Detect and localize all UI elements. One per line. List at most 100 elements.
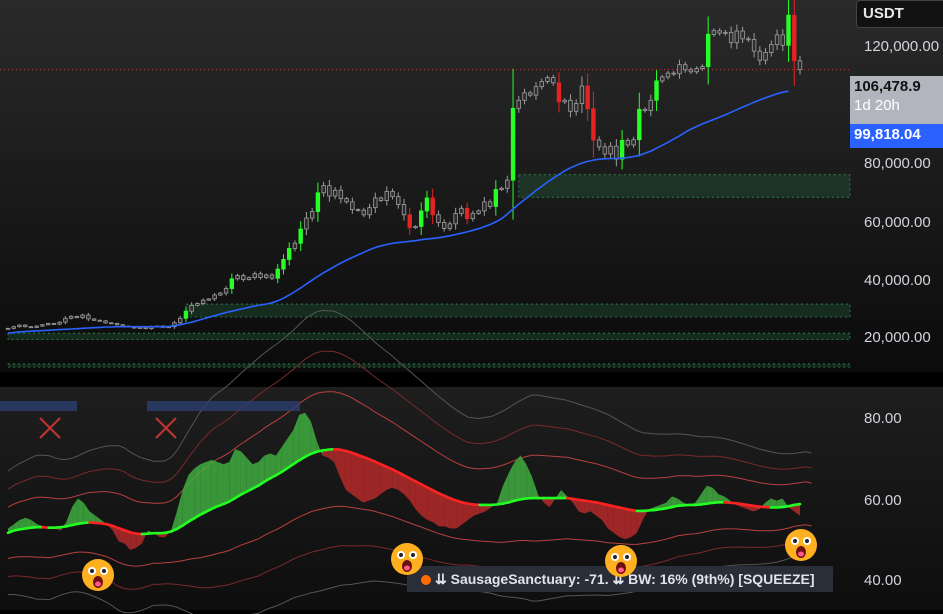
candle-body: [562, 99, 567, 103]
candle-body: [223, 288, 229, 294]
shocked-face-icon: [82, 559, 114, 591]
candle-body: [516, 99, 521, 109]
shocked-face-icon: [391, 543, 423, 575]
candle-body: [287, 248, 292, 260]
candle-body: [332, 189, 338, 197]
candle-body: [774, 34, 780, 46]
candle-body: [390, 191, 395, 198]
candle-body: [464, 207, 470, 220]
oscillator-fill: [433, 490, 439, 527]
candle-body: [269, 274, 275, 279]
candle-body: [281, 259, 286, 270]
candle-body: [344, 198, 349, 203]
candle-body: [757, 50, 763, 61]
candle-body: [625, 139, 631, 146]
candle-body: [315, 192, 321, 212]
osc-tick-60: 60.00: [864, 492, 902, 509]
candle-body: [637, 108, 642, 141]
candle-body: [436, 214, 441, 223]
candle-body: [45, 323, 51, 326]
candle-body: [309, 211, 315, 219]
last-price-value: 106,478.9: [854, 78, 921, 95]
osc-tick-80: 80.00: [864, 410, 902, 427]
oscillator-fill: [357, 454, 364, 503]
candle-body: [292, 242, 298, 249]
candle-body: [241, 275, 246, 280]
candle-body: [252, 273, 257, 278]
candle-body: [258, 273, 263, 278]
chart-canvas[interactable]: [0, 0, 943, 614]
candle-body: [665, 72, 671, 78]
candle-body: [619, 139, 625, 160]
candle-body: [694, 68, 699, 73]
candle-body: [792, 14, 797, 62]
candle-body: [396, 196, 401, 205]
candle-body: [183, 310, 189, 319]
candle-body: [614, 145, 619, 160]
candle-body: [86, 314, 91, 320]
candle-body: [218, 292, 223, 296]
candle-body: [671, 72, 676, 75]
candle-body: [499, 187, 504, 190]
candle-body: [556, 82, 562, 103]
oscillator-fill: [369, 459, 375, 501]
candle-body: [769, 44, 774, 53]
candle-body: [17, 324, 22, 328]
candle-body: [304, 217, 309, 230]
oscillator-fill: [578, 499, 585, 514]
oscillator-fill: [380, 464, 387, 495]
candle-body: [505, 179, 510, 189]
candle-body: [533, 86, 539, 96]
squeeze-marker-0: [0, 401, 77, 411]
candle-body: [717, 30, 722, 34]
candle-body: [608, 145, 613, 155]
candle-body: [591, 108, 596, 141]
candle-body: [137, 326, 143, 329]
candle-body: [797, 60, 803, 71]
candle-body: [5, 327, 11, 330]
candle-body: [654, 80, 659, 101]
candle-body: [510, 107, 516, 181]
oscillator-fill: [444, 495, 451, 529]
candle-body: [206, 298, 212, 301]
candle-body: [728, 31, 734, 44]
candle-body: [711, 30, 717, 35]
oscillator-fill: [77, 498, 84, 524]
oscillator-fill: [607, 504, 614, 533]
oscillator-fill: [351, 452, 358, 499]
candle-body: [378, 197, 384, 201]
chart-stage[interactable]: 120,000.00 80,000.00 60,000.00 40,000.00…: [0, 0, 943, 614]
candle-body: [401, 204, 407, 216]
oscillator-fill: [631, 510, 637, 538]
candle-body: [34, 325, 39, 328]
oscillator-fill: [514, 455, 521, 501]
oscillator-fill: [223, 462, 230, 505]
candle-body: [734, 30, 740, 44]
candle-body: [642, 108, 648, 112]
candle-body: [602, 146, 608, 155]
candle-body: [705, 33, 711, 68]
candle-body: [545, 77, 550, 82]
pane-separator: [0, 372, 943, 387]
candle-body: [476, 210, 481, 214]
oscillator-fill: [200, 462, 206, 515]
candle-body: [786, 14, 791, 46]
support-zone-2: [7, 332, 851, 341]
candle-body: [631, 139, 636, 146]
oscillator-fill: [299, 412, 305, 461]
candle-body: [229, 278, 235, 289]
candle-body: [470, 213, 476, 220]
candle-body: [11, 326, 16, 329]
candle-body: [109, 322, 114, 325]
currency-label[interactable]: USDT: [856, 0, 943, 28]
candle-body: [143, 326, 148, 330]
candle-body: [91, 318, 97, 321]
support-zone-0: [518, 174, 851, 198]
candle-body: [298, 228, 303, 244]
candle-body: [424, 197, 430, 212]
support-zone-3: [7, 363, 851, 368]
candle-body: [648, 99, 653, 112]
candle-body: [189, 304, 194, 312]
candle-body: [482, 201, 487, 212]
candle-body: [120, 324, 125, 327]
